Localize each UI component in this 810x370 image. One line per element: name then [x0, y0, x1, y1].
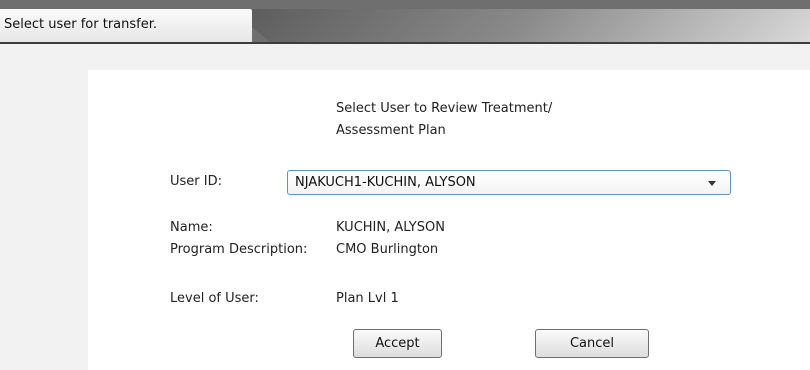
level-of-user-label: Level of User: [170, 291, 259, 306]
program-description-label: Program Description: [170, 242, 308, 257]
cancel-button[interactable]: Cancel [535, 329, 649, 358]
dialog-window: Select user for transfer. Select User to… [0, 0, 810, 370]
chevron-down-icon[interactable] [708, 181, 716, 186]
title-divider [0, 42, 810, 44]
user-id-selected-value: NJAKUCH1-KUCHIN, ALYSON [295, 175, 476, 190]
heading-line-1: Select User to Review Treatment/ [336, 101, 553, 116]
dialog-heading: Select User to Review Treatment/ Assessm… [336, 98, 552, 142]
program-description-value: CMO Burlington [336, 242, 439, 257]
accept-button[interactable]: Accept [353, 329, 442, 358]
name-value: KUCHIN, ALYSON [336, 220, 445, 235]
user-id-select[interactable]: NJAKUCH1-KUCHIN, ALYSON [287, 170, 731, 195]
heading-line-2: Assessment Plan [336, 123, 446, 138]
window-title: Select user for transfer. [4, 17, 158, 32]
user-id-label: User ID: [170, 174, 222, 189]
name-label: Name: [170, 220, 213, 235]
title-bar-decoration [230, 9, 810, 42]
level-of-user-value: Plan Lvl 1 [336, 291, 399, 306]
